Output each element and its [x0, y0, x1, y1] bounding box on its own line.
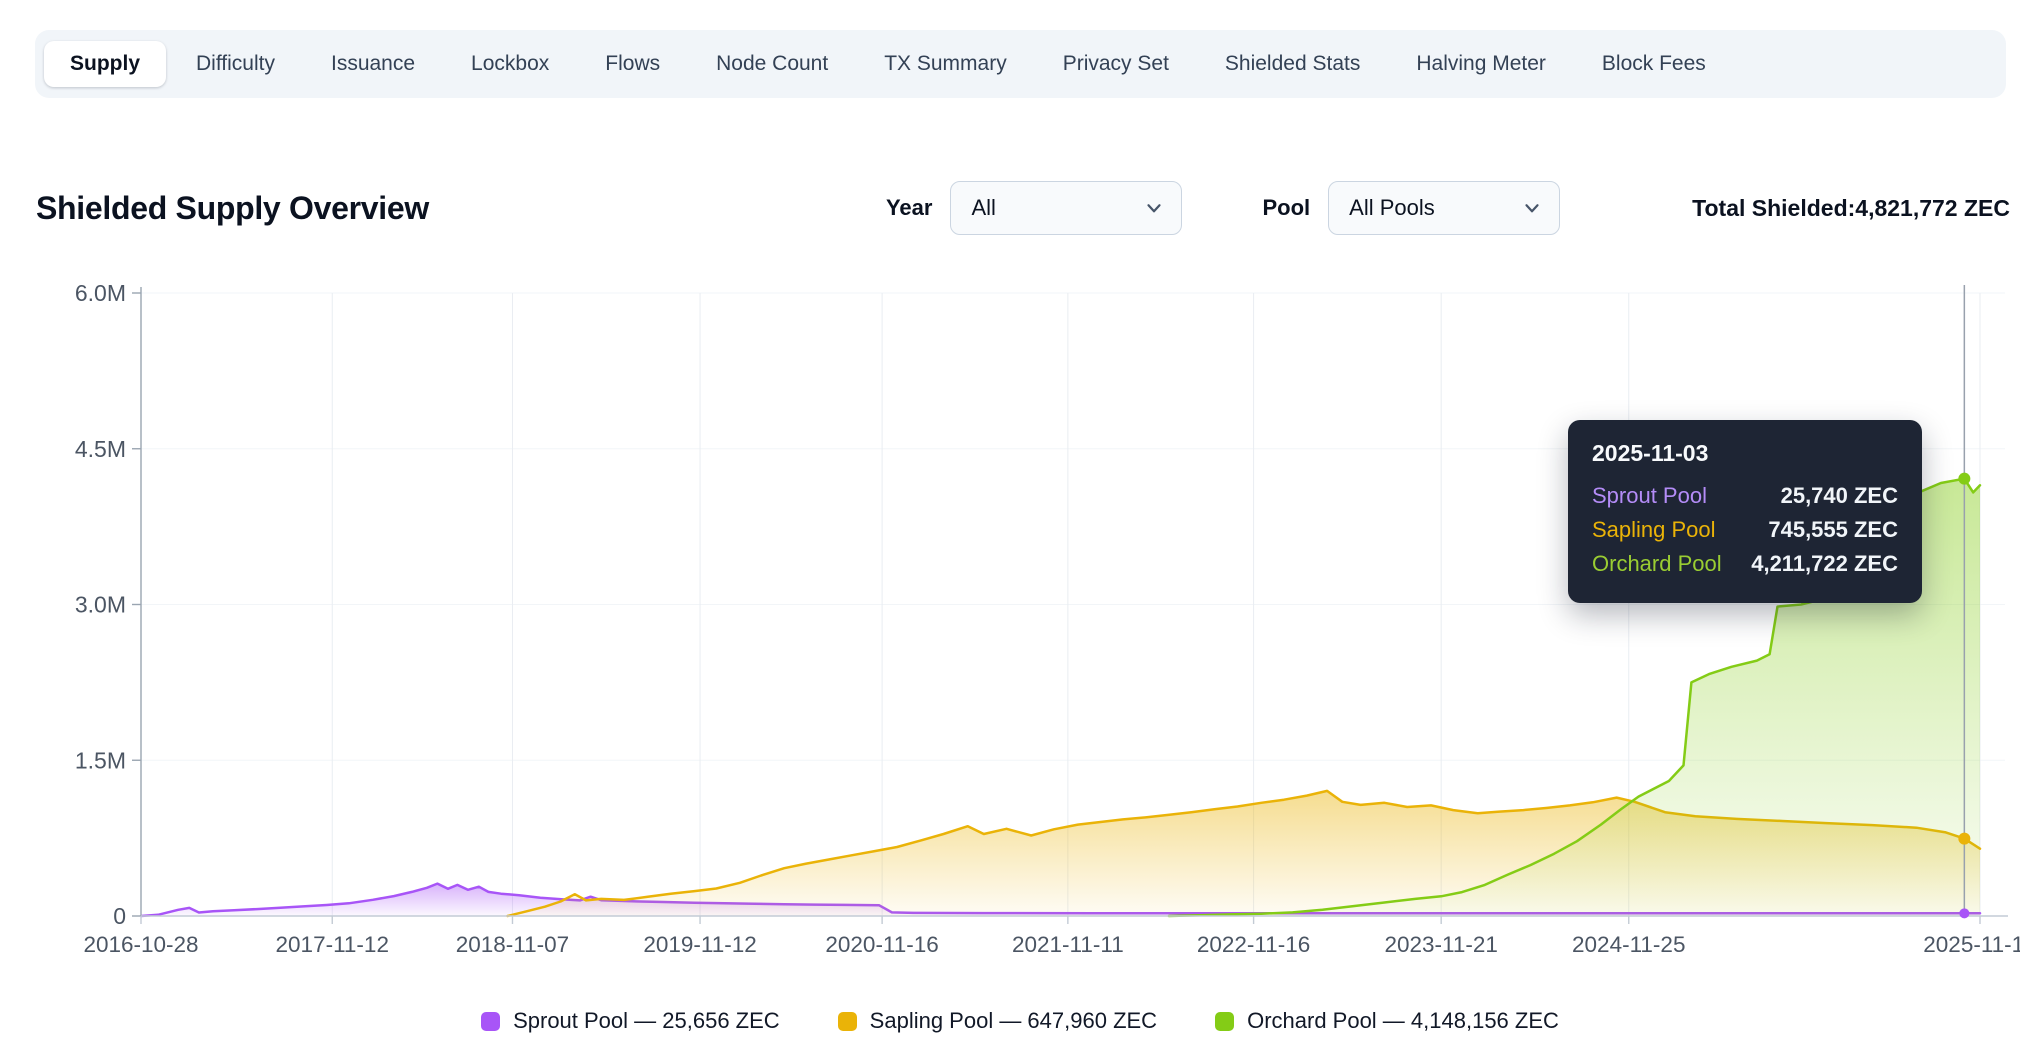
tooltip-row-orchard-pool: Orchard Pool 4,211,722 ZEC: [1592, 547, 1898, 581]
total-shielded: Total Shielded:4,821,772 ZEC: [1692, 195, 2010, 222]
tooltip-rows: Sprout Pool 25,740 ZEC Sapling Pool 745,555…: [1592, 479, 1898, 581]
tab-node-count[interactable]: Node Count: [690, 41, 854, 87]
x-tick-label: 2023-11-21: [1384, 932, 1497, 957]
tooltip-series-label: Orchard Pool: [1592, 551, 1722, 576]
pool-filter-label: Pool: [1262, 195, 1311, 220]
chevron-down-icon: [1525, 204, 1539, 213]
tab-difficulty[interactable]: Difficulty: [170, 41, 301, 87]
legend-swatch: [1215, 1011, 1235, 1031]
legend-label: Sprout Pool — 25,656 ZEC: [513, 1008, 780, 1033]
y-tick-label: 3.0M: [75, 592, 126, 618]
tab-tx-summary[interactable]: TX Summary: [858, 41, 1033, 87]
y-tick-label: 6.0M: [75, 280, 126, 306]
x-tick-label: 2016-10-28: [83, 932, 198, 957]
toolbar: Shielded Supply Overview Year All Pool A…: [36, 175, 2010, 241]
x-tick-label: 2018-11-07: [456, 932, 569, 957]
x-tick-label: 2024-11-25: [1572, 932, 1685, 957]
tab-bar: Supply Difficulty Issuance Lockbox Flows Node…: [35, 30, 2006, 98]
legend-item-sprout-pool[interactable]: Sprout Pool — 25,656 ZEC: [481, 1008, 780, 1034]
legend-swatch: [837, 1011, 857, 1031]
tooltip-series-label: Sprout Pool: [1592, 483, 1707, 508]
year-select[interactable]: All: [950, 181, 1183, 235]
x-tick-label: 2025-11-19: [1923, 932, 2020, 957]
tab-issuance[interactable]: Issuance: [305, 41, 441, 87]
y-tick-label: 4.5M: [75, 436, 126, 462]
page-title: Shielded Supply Overview: [36, 189, 429, 226]
y-tick-label: 1.5M: [75, 747, 126, 773]
crosshair-dot-orchard-pool: [1958, 472, 1971, 485]
tooltip-row-sprout-pool: Sprout Pool 25,740 ZEC: [1592, 479, 1898, 513]
tab-flows[interactable]: Flows: [579, 41, 686, 87]
x-tick-label: 2022-11-16: [1197, 932, 1310, 957]
tooltip-series-label: Sapling Pool: [1592, 517, 1716, 542]
pool-filter-group: Pool All Pools: [1262, 181, 1561, 235]
crosshair-dot-sapling-pool: [1958, 832, 1971, 845]
total-shielded-value: 4,821,772 ZEC: [1855, 194, 2010, 221]
tab-halving-meter[interactable]: Halving Meter: [1390, 41, 1572, 87]
tab-lockbox[interactable]: Lockbox: [445, 41, 575, 87]
pool-select[interactable]: All Pools: [1328, 181, 1561, 235]
chart-tooltip: 2025-11-03 Sprout Pool 25,740 ZEC Sapling …: [1568, 420, 1922, 603]
legend-item-sapling-pool[interactable]: Sapling Pool — 647,960 ZEC: [837, 1008, 1158, 1034]
total-shielded-label: Total Shielded:: [1692, 194, 1856, 221]
tooltip-series-value: 4,211,722 ZEC: [1751, 551, 1898, 576]
tab-shielded-stats[interactable]: Shielded Stats: [1199, 41, 1386, 87]
x-tick-label: 2019-11-12: [643, 932, 756, 957]
tooltip-date: 2025-11-03: [1592, 440, 1709, 466]
tab-block-fees[interactable]: Block Fees: [1576, 41, 1732, 87]
selected-pool-value: All Pools: [1349, 195, 1435, 220]
legend-swatch: [481, 1011, 501, 1031]
year-filter-label: Year: [885, 195, 933, 220]
chart-filters: Year All Pool All Pools Total Shielded:4…: [886, 181, 2010, 235]
x-tick-label: 2017-11-12: [276, 932, 389, 957]
supply-chart[interactable]: 0 1.5M 3.0M 4.5M 6.0M 2016-10-28 2017-11-12 201…: [30, 278, 2020, 984]
tooltip-row-sapling-pool: Sapling Pool 745,555 ZEC: [1592, 513, 1898, 547]
chevron-down-icon: [1147, 204, 1162, 213]
legend-label: Sapling Pool — 647,960 ZEC: [869, 1008, 1158, 1033]
supply-area-chart: 0 1.5M 3.0M 4.5M 6.0M 2016-10-28 2017-11-12 201…: [75, 280, 2020, 957]
x-tick-label: 2020-11-16: [825, 932, 938, 957]
legend-label: Orchard Pool — 4,148,156 ZEC: [1247, 1008, 1559, 1033]
tooltip-series-value: 745,555 ZEC: [1768, 517, 1898, 542]
tab-privacy-set[interactable]: Privacy Set: [1037, 41, 1195, 87]
chart-legend: Sprout Pool — 25,656 ZEC Sapling Pool — 6…: [0, 1008, 2040, 1034]
selected-year-value: All: [971, 195, 996, 220]
legend-item-orchard-pool[interactable]: Orchard Pool — 4,148,156 ZEC: [1215, 1008, 1559, 1034]
year-filter-group: Year All: [886, 181, 1183, 235]
x-tick-label: 2021-11-11: [1012, 932, 1124, 957]
crosshair-dot-sprout-pool: [1959, 908, 1970, 919]
tab-supply[interactable]: Supply: [44, 41, 167, 87]
y-tick-label: 0: [113, 903, 126, 929]
tooltip-series-value: 25,740 ZEC: [1780, 483, 1898, 508]
